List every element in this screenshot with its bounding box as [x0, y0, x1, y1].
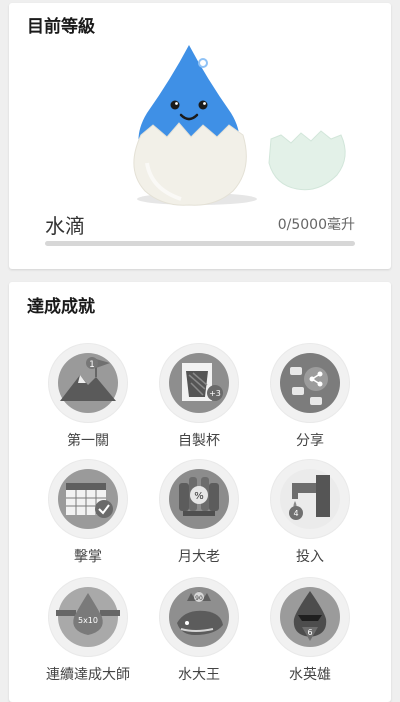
badge-circle: 1: [49, 344, 127, 422]
mountain-flag-icon: 1: [58, 353, 118, 413]
badge-circle: %: [160, 460, 238, 538]
badge-label: 分享: [296, 433, 324, 449]
badge-label: 水大王: [178, 667, 220, 683]
badge-circle: +3: [160, 344, 238, 422]
badge-number: 1: [89, 360, 95, 370]
badge-number: +3: [209, 389, 221, 398]
water-drop-egg-mascot: [129, 39, 369, 213]
badge-label: 投入: [296, 549, 324, 565]
hero-drop-icon: 6: [280, 587, 340, 647]
calendar-check-icon: [58, 469, 118, 529]
level-progress-text: 0/5000毫升: [277, 217, 355, 233]
current-level-card: 目前等級 水滴 0/5000毫升: [9, 3, 391, 269]
share-icon: [280, 353, 340, 413]
achievements-card: 達成成就 1 第一關 +3 自製杯 分享 擊掌 % 月大老 4 投入 5x10 …: [9, 282, 391, 702]
badge-number: 6: [307, 628, 312, 637]
custom-cup-icon: +3: [169, 353, 229, 413]
badge-label: 自製杯: [178, 433, 220, 449]
bottles-percent-icon: %: [169, 469, 229, 529]
level-name: 水滴: [45, 214, 85, 238]
badge-circle: [49, 460, 127, 538]
current-level-title: 目前等級: [27, 17, 95, 37]
badge-circle: 4: [271, 460, 349, 538]
badge-circle: 6: [271, 578, 349, 656]
badge-label: 第一關: [67, 433, 109, 449]
badge-number: 90: [195, 595, 203, 602]
badge-circle: [271, 344, 349, 422]
badge-circle: 90: [160, 578, 238, 656]
badge-number: %: [194, 491, 204, 502]
badge-number: 4: [293, 509, 298, 518]
level-progress-bar: [45, 241, 355, 246]
badge-label: 連續達成大師: [46, 667, 130, 683]
badge-number: 5x10: [78, 616, 98, 625]
whale-crown-icon: 90: [169, 587, 229, 647]
badge-label: 水英雄: [289, 667, 331, 683]
drop-chain-icon: 5x10: [56, 587, 120, 647]
badge-circle: 5x10: [49, 578, 127, 656]
badge-label: 月大老: [178, 549, 220, 565]
faucet-icon: 4: [280, 469, 340, 529]
badge-label: 擊掌: [74, 549, 102, 565]
achievements-title: 達成成就: [27, 297, 95, 317]
